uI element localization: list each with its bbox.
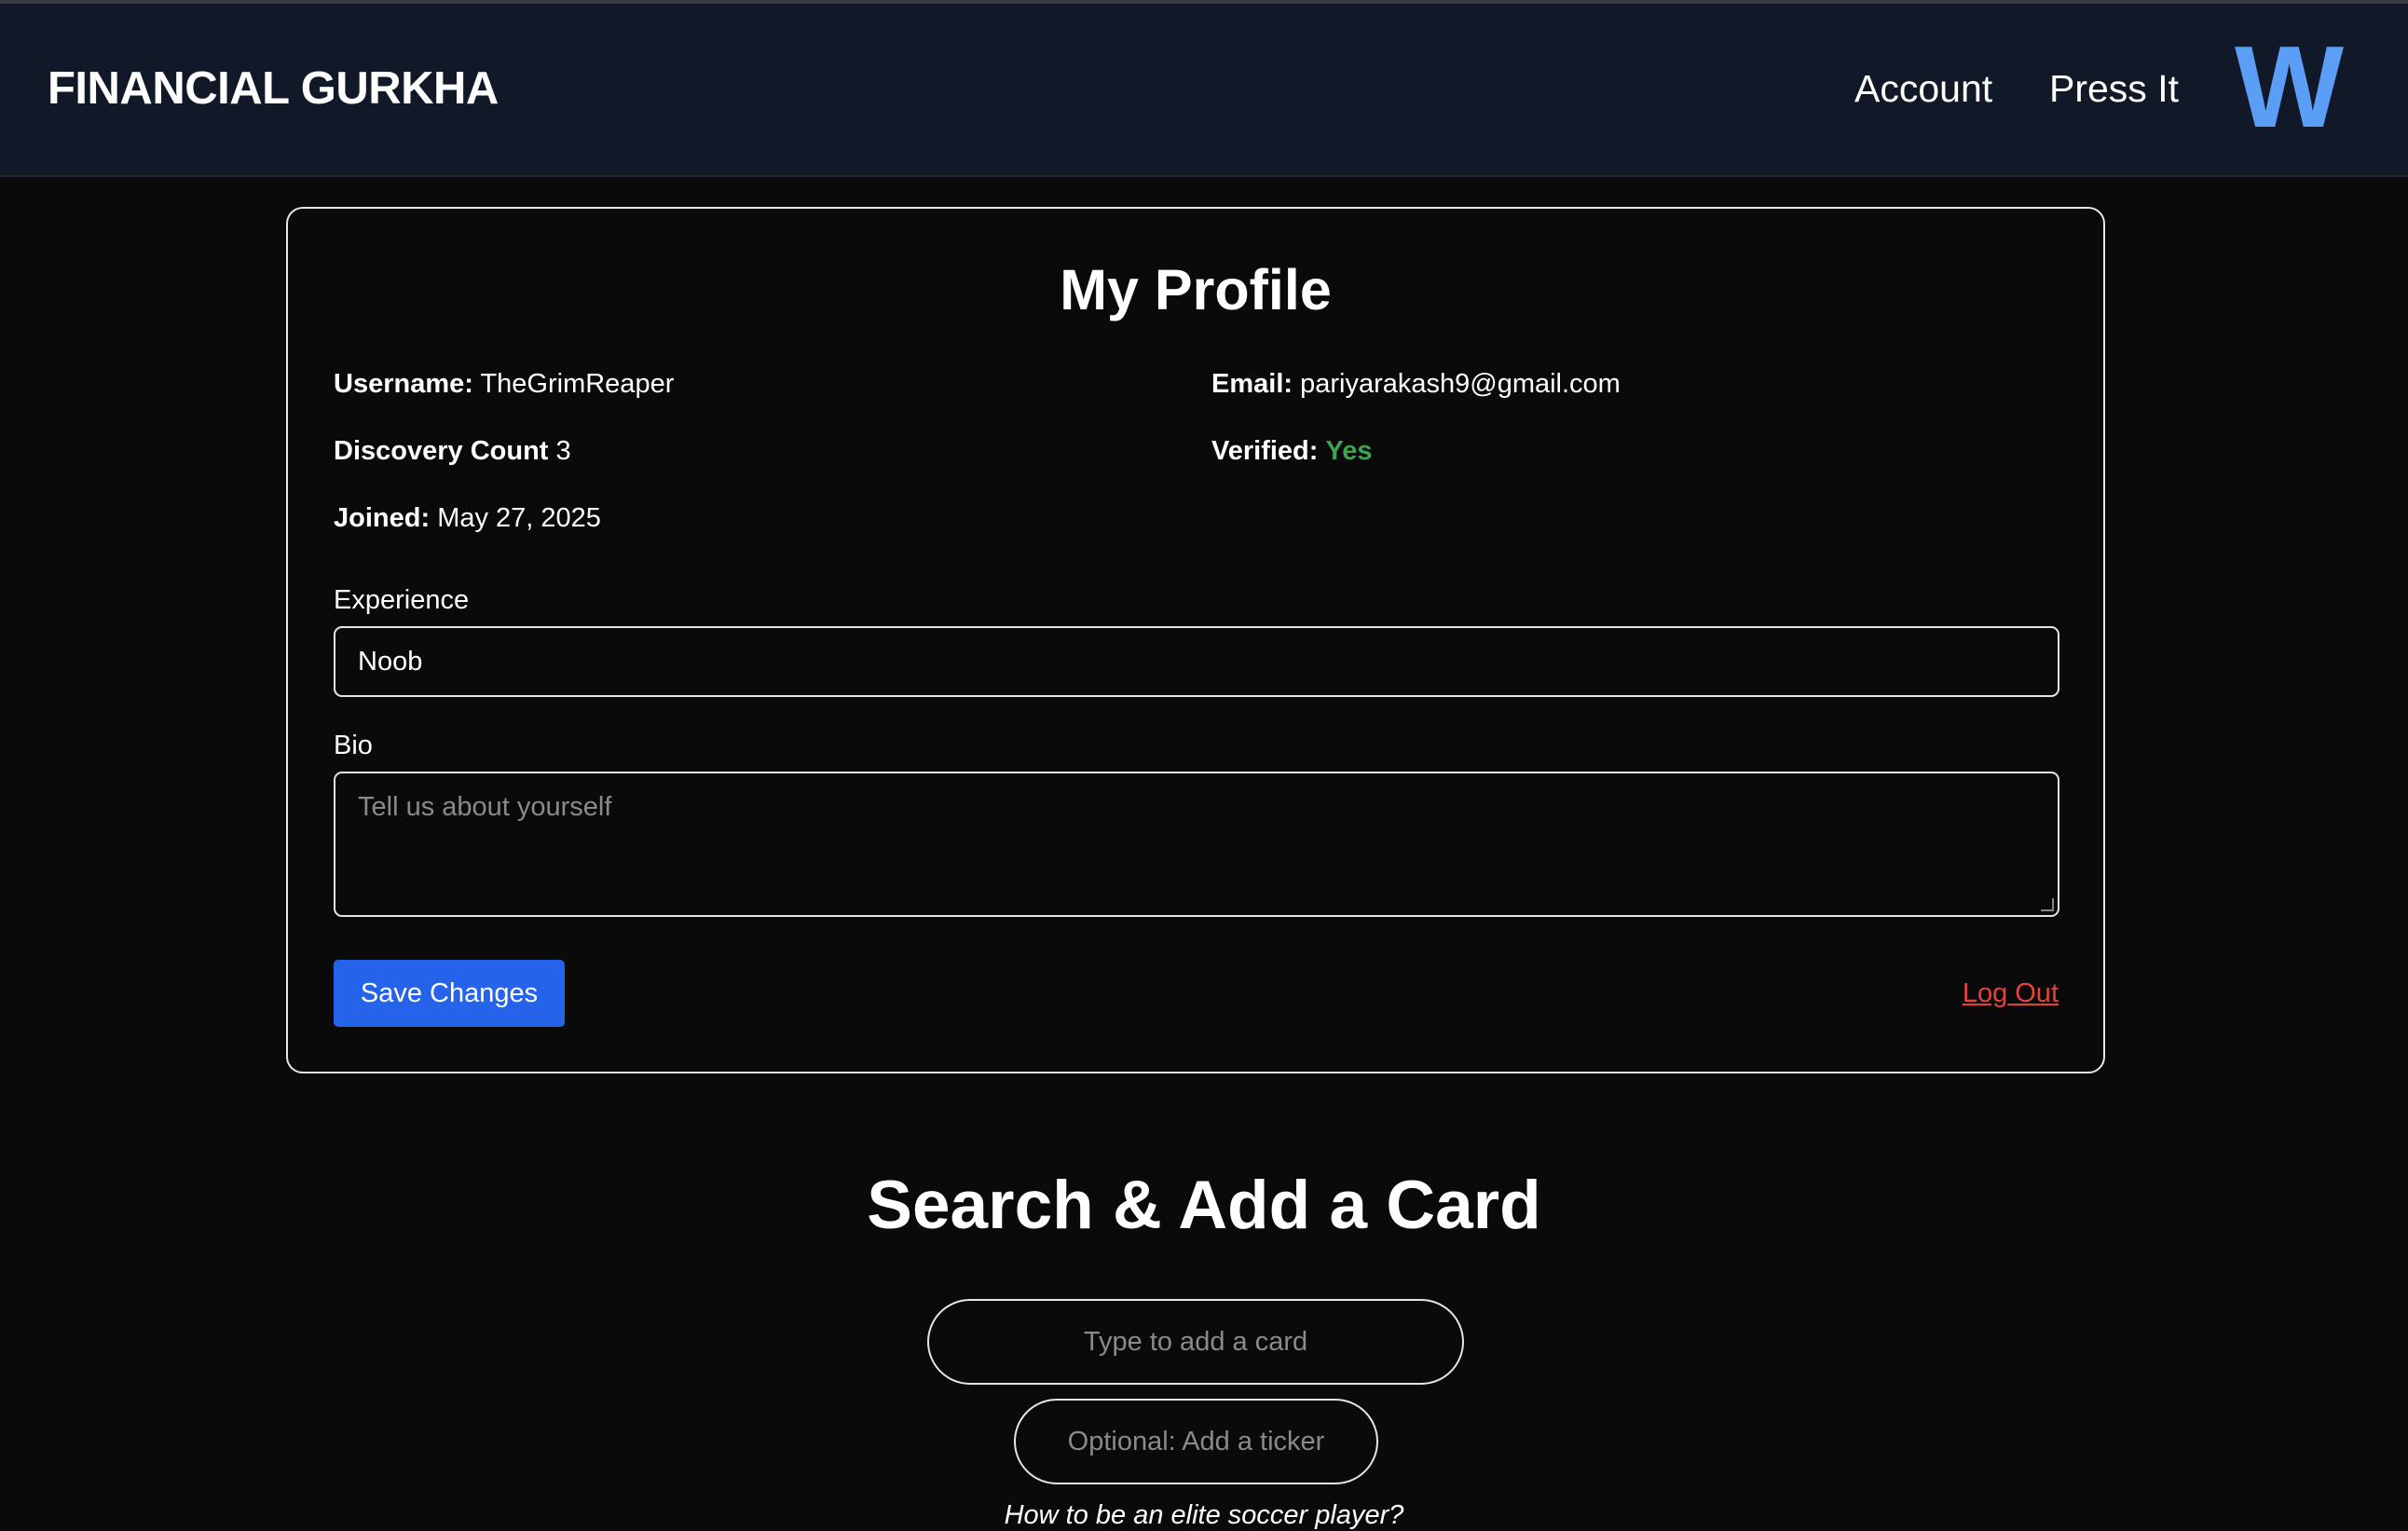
username-label: Username: <box>334 369 473 399</box>
page-title: My Profile <box>1060 258 1332 321</box>
save-changes-button[interactable]: Save Changes <box>334 960 565 1027</box>
joined-field: Joined: May 27, 2025 <box>334 503 601 534</box>
card-search-input[interactable]: Type to add a card <box>927 1299 1464 1385</box>
verified-status: Yes <box>1325 436 1373 466</box>
top-navbar: FINANCIAL GURKHA Account Press It W <box>0 4 2408 177</box>
nav-link-press-it[interactable]: Press It <box>2049 67 2179 111</box>
email-field: Email: pariyarakash9@gmail.com <box>1211 369 1621 400</box>
email-value: pariyarakash9@gmail.com <box>1300 369 1621 399</box>
joined-label: Joined: <box>334 503 431 533</box>
bio-label: Bio <box>334 731 373 760</box>
experience-label: Experience <box>334 585 470 615</box>
verified-label: Verified: <box>1211 436 1319 466</box>
log-out-link[interactable]: Log Out <box>1963 978 2059 1009</box>
username-value: TheGrimReaper <box>480 369 675 399</box>
verified-field: Verified: Yes <box>1211 436 1373 467</box>
ticker-input[interactable]: Optional: Add a ticker <box>1014 1399 1378 1484</box>
discovery-count-field: Discovery Count 3 <box>334 436 571 467</box>
username-field: Username: TheGrimReaper <box>334 369 674 400</box>
w-logo-icon[interactable]: W <box>2235 30 2344 145</box>
bio-textarea[interactable]: Tell us about yourself <box>334 772 2059 917</box>
bio-placeholder: Tell us about yourself <box>358 792 612 822</box>
joined-value: May 27, 2025 <box>437 503 601 533</box>
resize-handle-icon[interactable] <box>2041 898 2054 911</box>
profile-card: My Profile Username: TheGrimReaper Email… <box>286 207 2105 1073</box>
nav-link-account[interactable]: Account <box>1854 67 1992 111</box>
search-section-title: Search & Add a Card <box>867 1168 1541 1243</box>
suggestion-text: How to be an elite soccer player? <box>1004 1500 1404 1530</box>
discovery-count-label: Discovery Count <box>334 436 549 466</box>
discovery-count-value: 3 <box>555 436 571 466</box>
email-label: Email: <box>1211 369 1293 399</box>
experience-input[interactable]: Noob <box>334 626 2059 697</box>
brand-name[interactable]: FINANCIAL GURKHA <box>48 62 499 115</box>
